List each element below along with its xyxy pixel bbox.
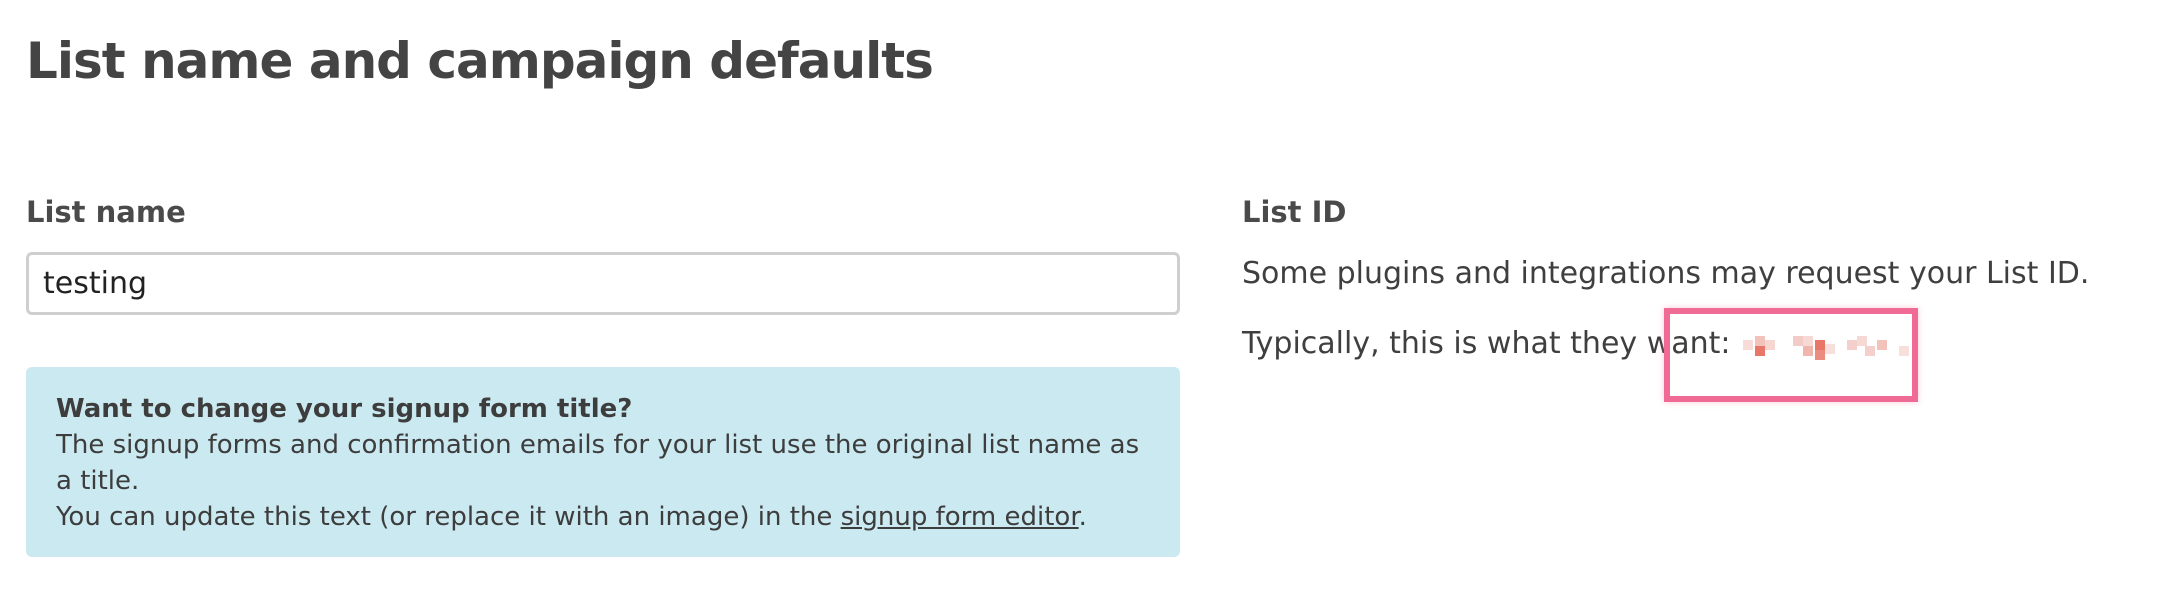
signup-form-editor-link[interactable]: signup form editor [841, 502, 1079, 532]
list-id-highlight-annotation [1664, 308, 1918, 402]
list-id-typical-text: Typically, this is what they want: [1242, 326, 1731, 361]
info-box-line-1: The signup forms and confirmation emails… [56, 430, 1140, 496]
signup-title-info-box: Want to change your signup form title? T… [26, 367, 1180, 557]
info-box-heading: Want to change your signup form title? [56, 394, 633, 424]
page-title: List name and campaign defaults [26, 32, 934, 90]
info-box-line-2-suffix: . [1078, 502, 1087, 532]
list-id-description: Some plugins and integrations may reques… [1242, 256, 2090, 291]
info-box-line-2: You can update this text (or replace it … [56, 499, 1150, 535]
list-name-section: List name Want to change your signup for… [26, 190, 1180, 557]
list-name-input[interactable] [26, 252, 1180, 315]
list-id-label: List ID [1242, 195, 1347, 229]
info-box-line-2-prefix: You can update this text (or replace it … [56, 502, 841, 532]
list-name-label: List name [26, 195, 186, 229]
